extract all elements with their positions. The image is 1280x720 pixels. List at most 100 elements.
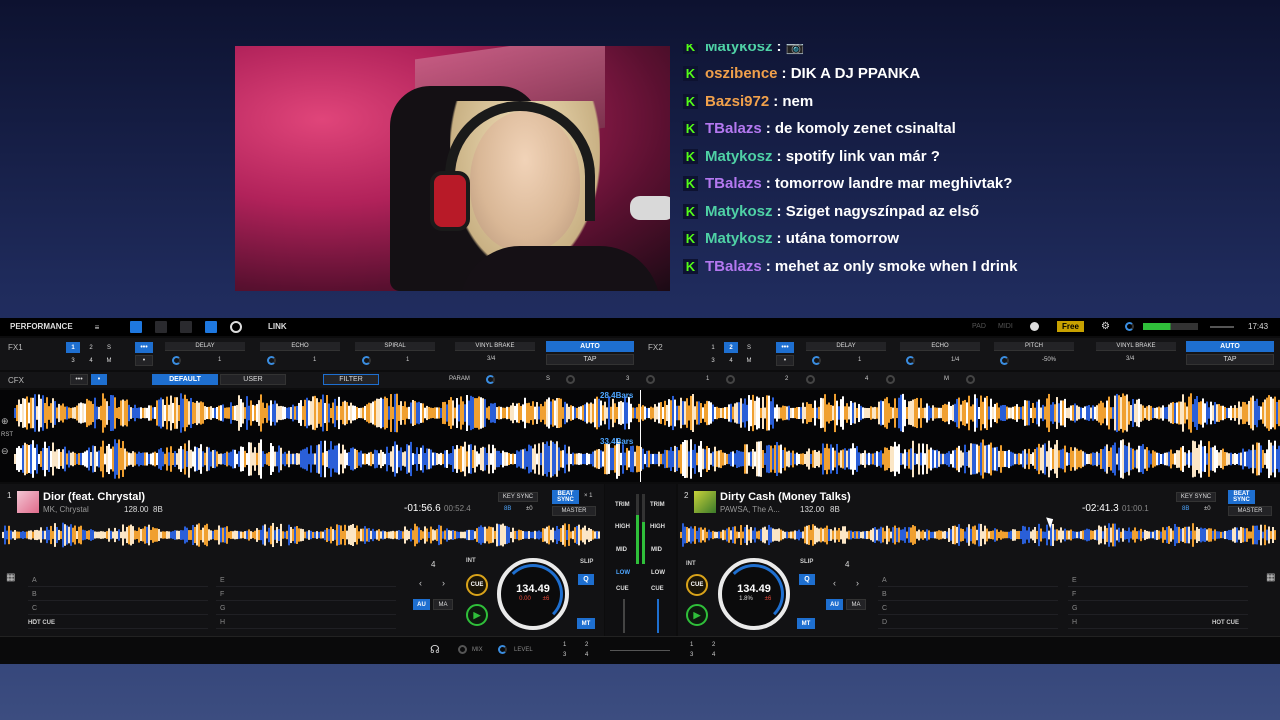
deck1-play-button[interactable]: ▶: [466, 604, 488, 626]
deck2-waveform[interactable]: [14, 438, 1280, 480]
fx2-tap-button[interactable]: TAP: [1186, 354, 1274, 365]
zoom-in-icon[interactable]: ⊕: [1, 416, 9, 427]
deck2-loop-forward-icon[interactable]: ›: [856, 578, 859, 588]
fx1-beat-button[interactable]: 4: [84, 355, 98, 366]
deck1-au-button[interactable]: AU: [413, 599, 430, 610]
crossfader-mini[interactable]: [1210, 326, 1234, 328]
deck1-key-sync[interactable]: KEY SYNC: [498, 492, 538, 502]
deck1-hotcue-slot[interactable]: G: [216, 603, 396, 615]
deck2-hotcue-slot[interactable]: C: [878, 603, 1058, 615]
fx2-beat-button[interactable]: 4: [724, 355, 738, 366]
fx1-more-button[interactable]: •••: [135, 342, 153, 353]
deck1-master[interactable]: MASTER: [552, 506, 596, 516]
cfx-s-knob[interactable]: [566, 375, 575, 384]
right-deck-select-2[interactable]: 2: [712, 642, 715, 648]
deck2-hot-cue-selector[interactable]: HOT CUE: [1212, 620, 1239, 626]
deck1-hotcue-slot[interactable]: B: [28, 589, 208, 601]
deck2-cue-button[interactable]: CUE: [686, 574, 708, 596]
fx1-beat-button[interactable]: M: [102, 355, 116, 366]
deck1-quantize-button[interactable]: Q: [578, 574, 594, 585]
deck2-hotcue-slot[interactable]: E: [1068, 575, 1248, 587]
fx2-more-button[interactable]: •••: [776, 342, 794, 353]
fx1-knob-3[interactable]: [362, 356, 371, 365]
cfx-user-tab[interactable]: USER: [220, 374, 286, 385]
deck2-hotcue-slot[interactable]: A: [878, 575, 1058, 587]
deck2-key-sync[interactable]: KEY SYNC: [1176, 492, 1216, 502]
deck2-hotcue-slot[interactable]: G: [1068, 603, 1248, 615]
layout-grid-icon[interactable]: [180, 321, 192, 333]
deck2-mt-button[interactable]: MT: [797, 618, 815, 629]
crossfader[interactable]: [610, 650, 670, 651]
fx2-knob-2[interactable]: [906, 356, 915, 365]
deck2-volume-fader[interactable]: [657, 599, 659, 633]
deck1-cue-button[interactable]: CUE: [466, 574, 488, 596]
deck1-volume-fader[interactable]: [623, 599, 625, 633]
free-badge[interactable]: Free: [1057, 321, 1084, 332]
fx1-beat-button[interactable]: 1: [66, 342, 80, 353]
fx2-knob-3[interactable]: [1000, 356, 1009, 365]
deck1-key-value[interactable]: 8B: [504, 506, 511, 512]
deck2-play-button[interactable]: ▶: [686, 604, 708, 626]
layout-waveform-icon[interactable]: [155, 321, 167, 333]
deck1-hotcue-slot[interactable]: H: [216, 617, 396, 629]
fx2-effect-3[interactable]: PITCH: [994, 342, 1074, 351]
deck1-loop-back-icon[interactable]: ‹: [419, 578, 422, 588]
fx1-beat-button[interactable]: S: [102, 342, 116, 353]
pad-label[interactable]: PAD: [972, 323, 986, 330]
mode-selector[interactable]: PERFORMANCE: [10, 322, 73, 331]
left-deck-select-2[interactable]: 2: [585, 642, 588, 648]
deck1-int-selector[interactable]: INT: [466, 558, 476, 564]
menu-icon[interactable]: ≡: [90, 321, 104, 333]
gear-icon[interactable]: ⚙: [1101, 321, 1110, 332]
fx1-tap-button[interactable]: TAP: [546, 354, 634, 365]
fx2-effect-1[interactable]: DELAY: [806, 342, 886, 351]
fx2-beat-button[interactable]: 1: [706, 342, 720, 353]
link-button[interactable]: LINK: [268, 322, 287, 331]
deck1-multiplier[interactable]: × 1: [584, 493, 593, 499]
left-deck-select-3[interactable]: 3: [563, 652, 566, 658]
fx1-effect-1[interactable]: DELAY: [165, 342, 245, 351]
right-deck-select-4[interactable]: 4: [712, 652, 715, 658]
cue-label-1[interactable]: CUE: [616, 586, 629, 592]
deck1-overview-waveform[interactable]: [2, 522, 600, 548]
fx1-auto-button[interactable]: AUTO: [546, 341, 634, 352]
fx2-dot-button[interactable]: •: [776, 355, 794, 366]
fx1-knob-2[interactable]: [267, 356, 276, 365]
fx2-auto-button[interactable]: AUTO: [1186, 341, 1274, 352]
deck1-hotcue-slot[interactable]: E: [216, 575, 396, 587]
fx2-beat-button[interactable]: 2: [724, 342, 738, 353]
deck2-slip-button[interactable]: SLIP: [800, 559, 813, 565]
cfx-default-tab[interactable]: DEFAULT: [152, 374, 218, 385]
deck1-hotcue-slot[interactable]: C: [28, 603, 208, 615]
fx1-dot-button[interactable]: •: [135, 355, 153, 366]
cue-label-2[interactable]: CUE: [651, 586, 664, 592]
layout-two-deck-icon[interactable]: [130, 321, 142, 333]
fx2-beat-button[interactable]: 3: [706, 355, 720, 366]
reset-zoom-button[interactable]: RST: [1, 432, 13, 438]
left-deck-select-1[interactable]: 1: [563, 642, 566, 648]
deck1-key-offset[interactable]: ±0: [526, 506, 533, 512]
cfx-knob-3[interactable]: [646, 375, 655, 384]
deck1-mt-button[interactable]: MT: [577, 618, 595, 629]
headphone-level-knob[interactable]: [498, 645, 507, 654]
master-volume-knob[interactable]: [1125, 322, 1134, 331]
fx1-effect-3[interactable]: SPIRAL: [355, 342, 435, 351]
deck2-master[interactable]: MASTER: [1228, 506, 1272, 516]
deck1-beat-sync[interactable]: BEAT SYNC: [552, 490, 579, 504]
mixer-icon[interactable]: [205, 321, 217, 333]
midi-label[interactable]: MIDI: [998, 323, 1013, 330]
deck1-hotcue-slot[interactable]: A: [28, 575, 208, 587]
fx1-vinyl-brake[interactable]: VINYL BRAKE: [455, 342, 535, 351]
deck1-hot-cue-selector[interactable]: HOT CUE: [28, 620, 55, 626]
left-deck-select-4[interactable]: 4: [585, 652, 588, 658]
cfx-more-button[interactable]: •••: [70, 374, 88, 385]
cfx-dot-button[interactable]: •: [91, 374, 107, 385]
record-icon[interactable]: [230, 321, 242, 333]
deck2-int-selector[interactable]: INT: [686, 561, 696, 567]
deck1-hotcue-slot[interactable]: F: [216, 589, 396, 601]
deck2-key-offset[interactable]: ±0: [1204, 506, 1211, 512]
deck2-hotcue-slot[interactable]: D: [878, 617, 1058, 629]
cfx-m-knob[interactable]: [966, 375, 975, 384]
headphone-mix-knob[interactable]: [458, 645, 467, 654]
deck1-hotcue-slot[interactable]: D: [28, 617, 208, 629]
